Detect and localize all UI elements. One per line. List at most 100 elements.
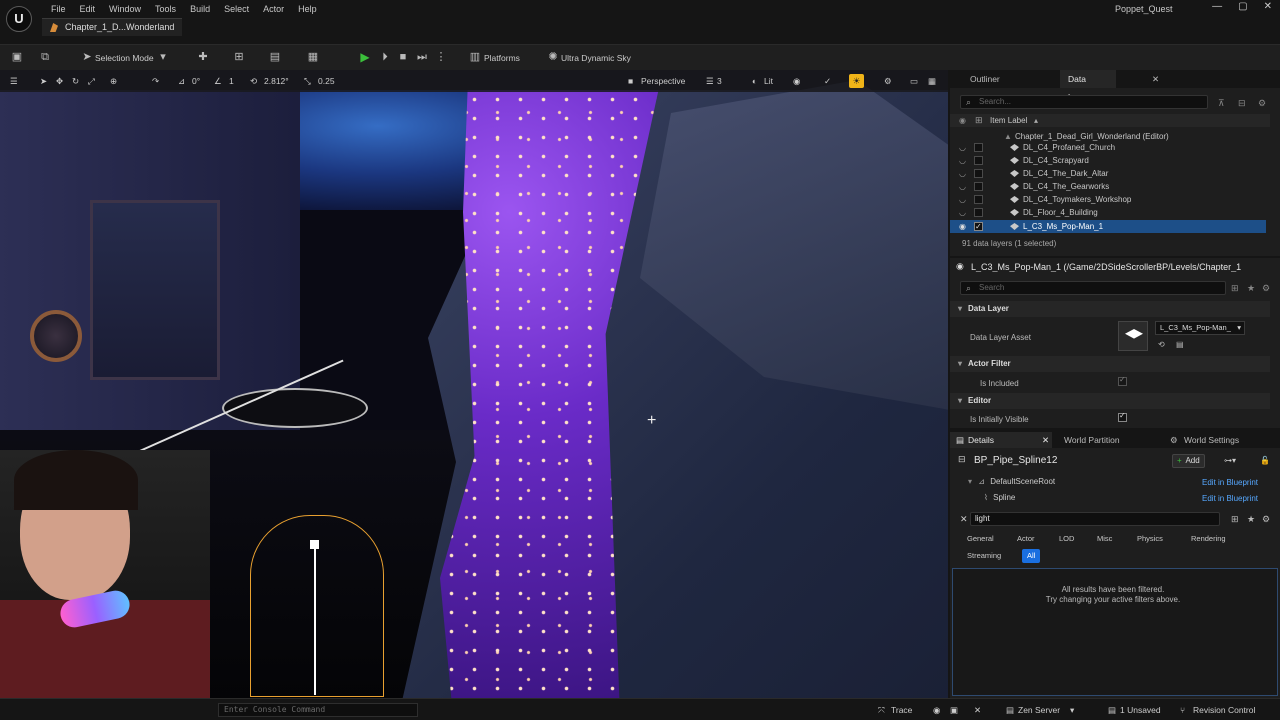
revision-control-icon[interactable]: ⑂ [1180, 699, 1185, 720]
add-component-button[interactable]: + Add [1172, 454, 1205, 468]
browse-asset-icon[interactable]: ⟲ [1158, 340, 1165, 349]
list-item-selected[interactable]: ◉ L_C3_Ms_Pop-Man_1 [950, 220, 1266, 233]
property-search-input[interactable]: light [970, 512, 1220, 526]
section-editor[interactable]: Editor [950, 393, 1270, 409]
viewport-split-icon[interactable]: ▦ [928, 70, 936, 92]
blueprints-icon[interactable]: ⊞ [232, 50, 246, 64]
revision-control-button[interactable]: Revision Control [1193, 699, 1255, 720]
details-settings-icon[interactable]: ⚙ [1262, 283, 1270, 294]
tab-world-partition[interactable]: World Partition [1054, 432, 1126, 448]
menu-help[interactable]: Help [291, 2, 324, 16]
layer-checkbox[interactable] [974, 182, 983, 191]
tab-outliner[interactable]: Outliner [950, 70, 1054, 88]
angle-icon[interactable]: ⟲ [250, 70, 257, 92]
visibility-eye-icon[interactable]: ◡ [959, 180, 966, 193]
close-window-button[interactable]: ✕ [1264, 1, 1272, 12]
layer-checkbox[interactable] [974, 143, 983, 152]
filter-actor[interactable]: Actor [1012, 532, 1040, 546]
section-actor-filter[interactable]: Actor Filter [950, 356, 1270, 372]
filter-general[interactable]: General [962, 532, 999, 546]
tab-data-layers[interactable]: Data Layers [1060, 70, 1116, 102]
favorite-star-icon[interactable]: ★ [1247, 283, 1255, 294]
cinematics-icon[interactable]: ▤ [268, 50, 282, 64]
performance-icon[interactable]: ✓ [824, 70, 831, 92]
more-options-icon[interactable]: ⋮ [434, 50, 448, 64]
list-item[interactable]: ◡ DL_C4_The_Dark_Altar [950, 167, 1270, 180]
visibility-eye-icon[interactable]: ◡ [959, 167, 966, 180]
list-item[interactable]: ◡ DL_C4_Toymakers_Workshop [950, 193, 1270, 206]
level-document-tab[interactable]: Chapter_1_D...Wonderland [42, 18, 182, 36]
platforms-dropdown[interactable]: Platforms [484, 45, 520, 71]
spline-segment[interactable] [314, 545, 316, 695]
details-search-input[interactable]: ⌕ Search [960, 281, 1226, 295]
translate-tool-icon[interactable]: ✥ [56, 70, 63, 92]
server-icon[interactable]: ▤ [1006, 699, 1014, 720]
selection-mode-icon[interactable]: ➤ [80, 50, 94, 64]
console-command-input[interactable]: Enter Console Command [218, 703, 418, 717]
camera-icon[interactable]: ■ [628, 70, 633, 92]
section-data-layer[interactable]: Data Layer [950, 301, 1270, 317]
scale-snap-icon[interactable]: ⤡ [304, 70, 311, 92]
unsaved-icon[interactable]: ▤ [1108, 699, 1116, 720]
chevron-down-icon[interactable]: ▾ [1070, 699, 1074, 720]
viewport-menu-icon[interactable]: ☰ [10, 70, 18, 92]
camera-speed-icon[interactable]: ☰ [706, 70, 714, 92]
filter-misc[interactable]: Misc [1092, 532, 1117, 546]
minimize-button[interactable]: — [1212, 1, 1222, 12]
camera-speed-value[interactable]: 3 [717, 70, 722, 92]
add-actor-icon[interactable]: ✚ [196, 50, 210, 64]
item-label-column[interactable]: Item Label [990, 114, 1027, 127]
world-space-icon[interactable]: ⊕ [110, 70, 117, 92]
trace-icon[interactable]: ⤧ [878, 699, 885, 720]
content-browser-icon[interactable]: ⧉ [38, 50, 52, 64]
favorite-star-icon[interactable]: ★ [1247, 514, 1255, 525]
filter-rendering[interactable]: Rendering [1186, 532, 1231, 546]
visibility-eye-icon[interactable]: ◡ [959, 193, 966, 206]
chevron-down-icon[interactable]: ▾ [156, 50, 170, 64]
layer-checkbox[interactable] [974, 208, 983, 217]
layer-checkbox[interactable] [974, 195, 983, 204]
edit-in-blueprint-link[interactable]: Edit in Blueprint [1202, 494, 1258, 503]
lit-mode-dropdown[interactable]: Lit [764, 70, 773, 92]
menu-window[interactable]: Window [102, 2, 148, 16]
collapse-icon[interactable]: ⊟ [1238, 98, 1246, 109]
close-data-layers-tab-icon[interactable]: ✕ [1146, 70, 1165, 88]
filter-icon[interactable]: ⊼ [1218, 98, 1225, 109]
pipe-ring-mesh[interactable] [222, 388, 368, 428]
details-settings-icon[interactable]: ⚙ [1262, 514, 1270, 525]
grid-snap-icon[interactable]: ⊿ [178, 70, 185, 92]
tab-world-settings[interactable]: ⚙ World Settings [1166, 432, 1245, 448]
zen-server-button[interactable]: Zen Server [1018, 699, 1060, 720]
visibility-eye-icon[interactable]: ◉ [959, 114, 966, 127]
selection-mode-dropdown[interactable]: Selection Mode [95, 45, 154, 71]
rotate-tool-icon[interactable]: ↻ [72, 70, 79, 92]
filter-lod[interactable]: LOD [1054, 532, 1079, 546]
table-view-icon[interactable]: ⊞ [1231, 283, 1239, 294]
viewport-settings-icon[interactable]: ⚙ [884, 70, 892, 92]
ultra-dynamic-sky-button[interactable]: Ultra Dynamic Sky [561, 45, 631, 71]
list-item[interactable]: ◡ DL_C4_The_Gearworks [950, 180, 1270, 193]
realtime-icon[interactable]: ☀ [849, 74, 864, 88]
angle-snap-value[interactable]: 2.812° [264, 70, 289, 92]
build-icon[interactable]: ▦ [306, 50, 320, 64]
save-icon[interactable]: ▣ [10, 50, 24, 64]
layer-checkbox[interactable] [974, 169, 983, 178]
surface-snap-icon[interactable]: ↷ [152, 70, 159, 92]
screenshot-icon[interactable]: ▣ [950, 699, 958, 720]
menu-file[interactable]: File [44, 2, 73, 16]
stop-icon[interactable]: ■ [396, 50, 410, 64]
data-layer-asset-combo[interactable]: L_C3_Ms_Pop-Man_ ▾ [1155, 321, 1245, 335]
initially-visible-checkbox[interactable] [1118, 411, 1127, 422]
table-view-icon[interactable]: ⊞ [1231, 514, 1239, 525]
filter-all[interactable]: All [1022, 549, 1041, 563]
rotation-snap-value[interactable]: 1 [229, 70, 234, 92]
unsaved-count[interactable]: 1 Unsaved [1120, 699, 1161, 720]
viewport-layout-icon[interactable]: ▭ [910, 70, 918, 92]
filter-streaming[interactable]: Streaming [962, 549, 1006, 563]
launch-icon[interactable]: ⏭ [415, 50, 429, 64]
edit-in-blueprint-link[interactable]: Edit in Blueprint [1202, 478, 1258, 487]
is-included-checkbox[interactable] [1118, 375, 1127, 386]
scale-snap-value[interactable]: 0.25 [318, 70, 335, 92]
lit-mode-icon[interactable]: ◐ [752, 70, 757, 92]
perspective-dropdown[interactable]: Perspective [641, 70, 685, 92]
